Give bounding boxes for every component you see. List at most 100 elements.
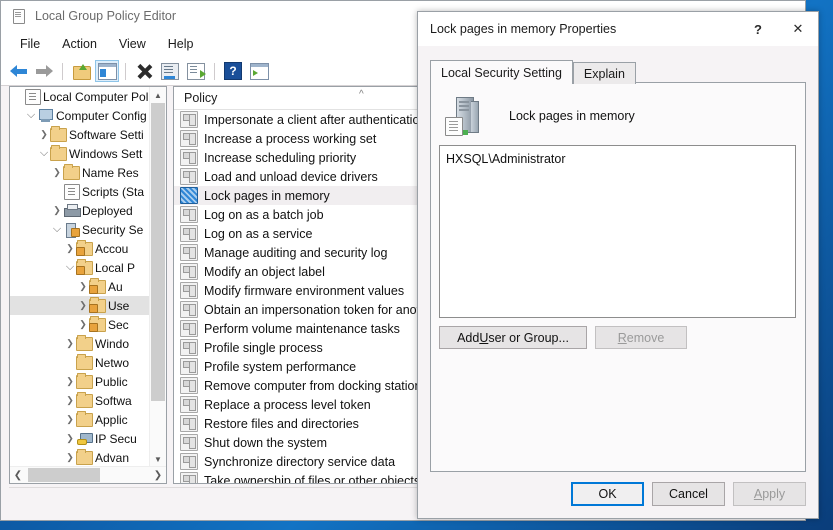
policy-row-label: Log on as a service	[204, 227, 312, 241]
tree-node-advan[interactable]: ❯Advan	[10, 448, 150, 467]
tree-horizontal-scrollbar[interactable]: ❮ ❯	[10, 466, 166, 483]
chevron-right-icon[interactable]: ❯	[38, 125, 50, 144]
tree-node-local-computer-polic[interactable]: Local Computer Polic	[10, 87, 150, 106]
tree-node-accou[interactable]: ❯Accou	[10, 239, 150, 258]
tree-node-softwa[interactable]: ❯Softwa	[10, 391, 150, 410]
tree-vertical-scrollbar[interactable]: ▲ ▼	[149, 87, 166, 467]
policy-setting-icon	[180, 130, 198, 147]
tree-spacer	[51, 182, 63, 201]
tree-node-netwo[interactable]: Netwo	[10, 353, 150, 372]
chevron-right-icon[interactable]: ❯	[51, 201, 63, 220]
cancel-button[interactable]: Cancel	[652, 482, 725, 506]
chevron-right-icon[interactable]: ❯	[64, 391, 76, 410]
folder-icon	[50, 125, 67, 144]
tree-node-public[interactable]: ❯ Public	[10, 372, 150, 391]
chevron-right-icon[interactable]: ❯	[77, 315, 89, 334]
tree-node-label: Security Se	[82, 223, 143, 237]
chevron-down-icon[interactable]: ⌵	[38, 144, 50, 163]
show-hide-action-pane-icon[interactable]	[247, 60, 271, 82]
folder-icon	[76, 353, 93, 372]
add-button-accel: U	[479, 331, 488, 345]
scroll-down-icon[interactable]: ▼	[150, 451, 166, 467]
policy-row-label: Log on as a batch job	[204, 208, 324, 222]
computer-icon	[37, 106, 54, 125]
scroll-icon	[24, 87, 41, 106]
menu-action[interactable]: Action	[51, 34, 108, 54]
chevron-right-icon[interactable]: ❯	[51, 163, 63, 182]
chevron-down-icon[interactable]: ⌵	[64, 258, 76, 277]
tree-spacer	[12, 87, 24, 106]
scroll-thumb[interactable]	[151, 103, 165, 401]
tree-node-windows-sett[interactable]: ⌵Windows Sett	[10, 144, 150, 163]
chevron-right-icon[interactable]: ❯	[64, 239, 76, 258]
tree-node-au[interactable]: ❯Au	[10, 277, 150, 296]
export-list-icon[interactable]	[184, 60, 208, 82]
tree-node-ip-secu[interactable]: ❯IP Secu	[10, 429, 150, 448]
tree-node-scripts-sta[interactable]: Scripts (Sta	[10, 182, 150, 201]
policy-row-label: Modify firmware environment values	[204, 284, 404, 298]
policy-setting-icon	[180, 149, 198, 166]
user-group-list[interactable]: HXSQL\Administrator	[439, 145, 796, 318]
delete-icon[interactable]	[132, 60, 156, 82]
help-icon[interactable]: ?	[221, 60, 245, 82]
chevron-right-icon[interactable]: ❯	[77, 296, 89, 315]
folder-lock-icon	[89, 296, 106, 315]
tab-local-security-setting[interactable]: Local Security Setting	[430, 60, 573, 84]
tree-node-use[interactable]: ❯Use	[10, 296, 150, 315]
tree-node-deployed[interactable]: ❯Deployed	[10, 201, 150, 220]
close-icon[interactable]: ✕	[778, 12, 818, 46]
scroll-thumb-h[interactable]	[28, 468, 100, 482]
show-hide-console-tree-icon[interactable]	[95, 60, 119, 82]
folder-icon	[50, 144, 67, 163]
scroll-up-icon[interactable]: ▲	[150, 87, 166, 103]
tree-node-windo[interactable]: ❯Windo	[10, 334, 150, 353]
help-question-icon[interactable]: ?	[738, 12, 778, 46]
dialog-footer: OK Cancel Apply	[571, 482, 806, 506]
tree-node-name-res[interactable]: ❯Name Res	[10, 163, 150, 182]
tree-node-label: Netwo	[95, 356, 129, 370]
console-tree[interactable]: Local Computer Polic⌵Computer Config❯Sof…	[10, 87, 150, 467]
tree-node-computer-config[interactable]: ⌵Computer Config	[10, 106, 150, 125]
scroll-left-icon[interactable]: ❮	[10, 467, 26, 483]
remove-button-accel: R	[618, 331, 627, 345]
chevron-right-icon[interactable]: ❯	[64, 410, 76, 429]
chevron-right-icon[interactable]: ❯	[77, 277, 89, 296]
chevron-right-icon[interactable]: ❯	[64, 372, 76, 391]
folder-icon	[76, 448, 93, 467]
properties-icon[interactable]	[158, 60, 182, 82]
chevron-right-icon[interactable]: ❯	[64, 334, 76, 353]
tree-node-sec[interactable]: ❯Sec	[10, 315, 150, 334]
apply-button[interactable]: Apply	[733, 482, 806, 506]
menu-view[interactable]: View	[108, 34, 157, 54]
tree-node-software-setti[interactable]: ❯ Software Setti	[10, 125, 150, 144]
list-item[interactable]: HXSQL\Administrator	[446, 151, 795, 167]
toolbar-separator	[125, 63, 126, 80]
policy-setting-icon	[180, 472, 198, 484]
tree-node-label: Public	[95, 375, 128, 389]
forward-icon[interactable]	[32, 60, 56, 82]
menu-file[interactable]: File	[9, 34, 51, 54]
remove-button[interactable]: Remove	[595, 326, 687, 349]
policy-setting-icon	[180, 358, 198, 375]
tab-explain[interactable]: Explain	[573, 62, 636, 84]
chevron-down-icon[interactable]: ⌵	[51, 220, 63, 239]
chevron-right-icon[interactable]: ❯	[64, 448, 76, 467]
ipsec-icon	[76, 429, 93, 448]
chevron-right-icon[interactable]: ❯	[64, 429, 76, 448]
policy-row-label: Lock pages in memory	[204, 189, 330, 203]
scroll-right-icon[interactable]: ❯	[150, 467, 166, 483]
tree-node-security-se[interactable]: ⌵ Security Se	[10, 220, 150, 239]
dialog-body: Local Security Setting Explain Lock page…	[418, 46, 818, 518]
up-one-level-icon[interactable]	[69, 60, 93, 82]
ok-button[interactable]: OK	[571, 482, 644, 506]
add-user-or-group-button[interactable]: Add User or Group...	[439, 326, 587, 349]
local-security-setting-panel: Lock pages in memory HXSQL\Administrator…	[430, 82, 806, 472]
back-icon[interactable]	[6, 60, 30, 82]
policy-row-label: Remove computer from docking station	[204, 379, 421, 393]
menu-help[interactable]: Help	[157, 34, 205, 54]
chevron-down-icon[interactable]: ⌵	[25, 106, 37, 125]
tree-node-applic[interactable]: ❯Applic	[10, 410, 150, 429]
remove-button-suffix: emove	[627, 331, 665, 345]
tree-node-local-p[interactable]: ⌵Local P	[10, 258, 150, 277]
tree-node-label: Software Setti	[69, 128, 144, 142]
